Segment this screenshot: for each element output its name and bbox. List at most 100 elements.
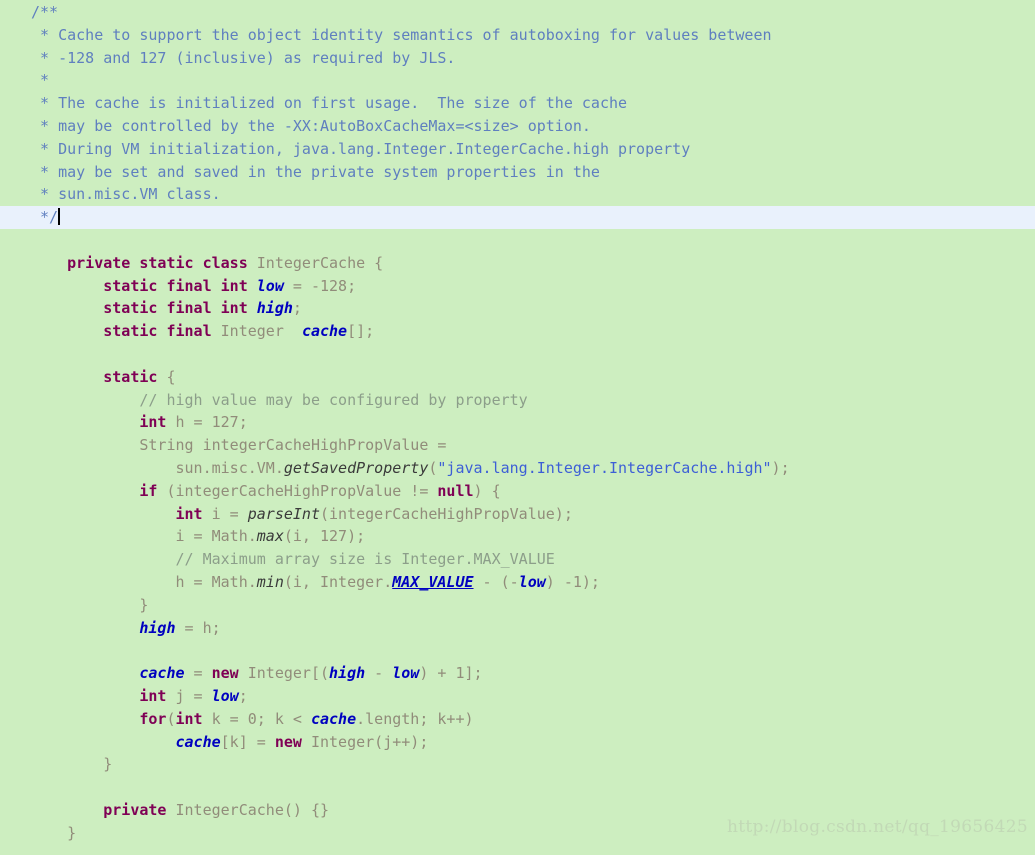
code-line[interactable]: cache[k] = new Integer(j++); <box>0 731 1035 754</box>
code-line[interactable]: static final int low = -128; <box>0 275 1035 298</box>
code-token-jdoc: * Cache to support the object identity s… <box>31 25 772 44</box>
code-token-kw: static <box>31 367 167 386</box>
code-line[interactable] <box>0 343 1035 366</box>
code-line[interactable]: int h = 127; <box>0 411 1035 434</box>
code-line[interactable]: } <box>0 594 1035 617</box>
code-token-kw: int <box>31 413 176 432</box>
code-line[interactable] <box>0 229 1035 252</box>
code-token-jdoc: */ <box>31 208 59 227</box>
code-token-plain: ) -1); <box>545 572 600 591</box>
code-line[interactable]: * During VM initialization, java.lang.In… <box>0 138 1035 161</box>
watermark-text: http://blog.csdn.net/qq_19656425 <box>727 817 1028 838</box>
code-line[interactable]: int j = low; <box>0 685 1035 708</box>
code-token-method: getSavedProperty <box>283 458 429 477</box>
code-line[interactable]: for(int k = 0; k < cache.length; k++) <box>0 708 1035 731</box>
code-line[interactable] <box>0 776 1035 799</box>
code-token-kw: private <box>31 800 176 819</box>
code-token-kw: int <box>175 709 212 728</box>
code-line[interactable]: sun.misc.VM.getSavedProperty("java.lang.… <box>0 457 1035 480</box>
code-token-type: IntegerCache { <box>256 253 384 272</box>
code-line[interactable]: * sun.misc.VM class. <box>0 183 1035 206</box>
code-token-plain: [k] = <box>220 732 275 751</box>
code-token-kw: for <box>31 709 167 728</box>
code-token-method: parseInt <box>247 504 320 523</box>
text-cursor <box>58 208 61 226</box>
code-token-field: low <box>256 276 284 295</box>
code-line[interactable]: // high value may be configured by prope… <box>0 389 1035 412</box>
code-line[interactable]: static final Integer cache[]; <box>0 320 1035 343</box>
code-line[interactable]: h = Math.min(i, Integer.MAX_VALUE - (-lo… <box>0 571 1035 594</box>
code-token-kw: int <box>31 686 176 705</box>
code-token-plain: Integer[( <box>247 664 330 683</box>
code-token-kw: new <box>211 664 248 683</box>
code-token-plain: k = 0; k < <box>211 709 311 728</box>
code-token-jdoc: * During VM initialization, java.lang.In… <box>31 139 691 158</box>
code-line[interactable]: */ <box>0 206 1035 229</box>
code-line[interactable] <box>0 639 1035 662</box>
code-token-field: high <box>329 664 366 683</box>
code-token-plain: sun.misc.VM. <box>31 458 284 477</box>
code-token-plain: (integerCacheHighPropValue); <box>320 504 573 523</box>
code-token-plain: ); <box>771 458 790 477</box>
code-line[interactable]: /** <box>0 1 1035 24</box>
code-line[interactable]: static final int high; <box>0 297 1035 320</box>
code-line[interactable]: if (integerCacheHighPropValue != null) { <box>0 480 1035 503</box>
code-token-field: high <box>256 299 293 318</box>
code-line[interactable]: static { <box>0 366 1035 389</box>
code-token-jdoc: * sun.misc.VM class. <box>31 185 221 204</box>
code-token-kw: new <box>274 732 311 751</box>
code-token-jdoc: /** <box>31 3 59 21</box>
code-token-plain: - (- <box>473 572 519 591</box>
code-token-kw: private static class <box>31 253 257 272</box>
code-line[interactable]: * The cache is initialized on first usag… <box>0 92 1035 115</box>
code-token-jdoc: * <box>31 71 50 90</box>
code-token-field: cache <box>175 732 221 751</box>
code-line[interactable]: } <box>0 753 1035 776</box>
code-token-plain: - <box>365 664 393 683</box>
code-lines-container[interactable]: /** * Cache to support the object identi… <box>0 0 1035 844</box>
code-token-plain: = -128; <box>283 276 357 295</box>
code-line[interactable]: cache = new Integer[(high - low) + 1]; <box>0 662 1035 685</box>
code-token-kw: static final int <box>31 276 257 295</box>
code-token-plain: } <box>31 755 113 774</box>
code-line[interactable]: * <box>0 69 1035 92</box>
code-token-field: cache <box>310 709 357 728</box>
code-token-plain: h = Math. <box>31 572 257 591</box>
code-line[interactable]: i = Math.max(i, 127); <box>0 525 1035 548</box>
code-token-plain: ) { <box>473 481 501 500</box>
code-token-plain: Integer(j++); <box>310 732 429 751</box>
code-token-cmt: // Maximum array size is Integer.MAX_VAL… <box>31 550 555 569</box>
code-token-kw: if <box>31 481 167 500</box>
code-line[interactable]: // Maximum array size is Integer.MAX_VAL… <box>0 548 1035 571</box>
code-token-plain: String integerCacheHighPropValue = <box>31 436 447 455</box>
code-token-plain: = h; <box>175 618 221 637</box>
code-token-str: "java.lang.Integer.IntegerCache.high" <box>437 458 772 477</box>
code-token-plain: ( <box>166 709 176 728</box>
code-line[interactable]: * may be controlled by the -XX:AutoBoxCa… <box>0 115 1035 138</box>
code-token-plain: i = Math. <box>31 527 257 546</box>
code-token-plain: h = 127; <box>175 413 248 432</box>
code-token-field: low <box>518 572 546 591</box>
code-token-kw: static final int <box>31 299 257 318</box>
code-token-plain: (i, Integer. <box>283 572 393 591</box>
code-token-plain: []; <box>347 322 375 341</box>
code-line[interactable]: String integerCacheHighPropValue = <box>0 434 1035 457</box>
code-line[interactable]: * Cache to support the object identity s… <box>0 24 1035 47</box>
code-token-jdoc: * -128 and 127 (inclusive) as required b… <box>31 48 456 67</box>
code-line[interactable]: high = h; <box>0 617 1035 640</box>
code-token-plain: .length; k++) <box>356 709 474 728</box>
code-token-plain: IntegerCache() {} <box>175 800 330 819</box>
code-token-plain: { <box>166 367 176 386</box>
code-token-plain: (integerCacheHighPropValue != <box>166 481 438 500</box>
code-token-jdoc: * The cache is initialized on first usag… <box>31 94 628 113</box>
code-token-method: max <box>256 527 284 546</box>
code-editor[interactable]: /** * Cache to support the object identi… <box>0 0 1035 855</box>
code-line[interactable]: private static class IntegerCache { <box>0 252 1035 275</box>
code-token-plain: ; <box>238 686 248 705</box>
code-line[interactable]: int i = parseInt(integerCacheHighPropVal… <box>0 503 1035 526</box>
code-line[interactable]: * may be set and saved in the private sy… <box>0 161 1035 184</box>
code-line[interactable]: * -128 and 127 (inclusive) as required b… <box>0 47 1035 70</box>
code-token-plain: = <box>184 664 212 683</box>
